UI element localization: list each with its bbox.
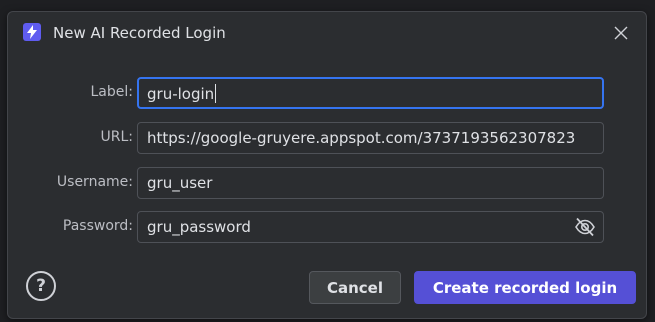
label-input[interactable]: gru-login <box>137 77 604 109</box>
new-recorded-login-dialog: New AI Recorded Login Label: gru-login U… <box>7 11 647 319</box>
username-caption: Username: <box>56 174 133 190</box>
text-caret <box>215 84 217 103</box>
password-caption: Password: <box>62 218 133 234</box>
username-input[interactable]: gru_user <box>137 167 604 199</box>
close-button[interactable] <box>612 24 630 42</box>
cancel-button[interactable]: Cancel <box>309 271 401 304</box>
label-row: Label: gru-login <box>8 77 648 109</box>
close-icon <box>614 26 628 40</box>
dialog-title: New AI Recorded Login <box>53 24 226 42</box>
create-recorded-login-button[interactable]: Create recorded login <box>414 271 636 304</box>
lightning-bolt-icon <box>23 23 41 41</box>
username-value: gru_user <box>147 174 213 192</box>
password-input[interactable]: gru_password <box>137 211 604 243</box>
url-value: https://google-gruyere.appspot.com/37371… <box>147 129 576 147</box>
help-button[interactable]: ? <box>26 271 56 301</box>
eye-hidden-icon[interactable] <box>574 217 596 237</box>
dialog-titlebar[interactable]: New AI Recorded Login <box>8 12 646 54</box>
username-row: Username: gru_user <box>8 167 648 199</box>
url-row: URL: https://google-gruyere.appspot.com/… <box>8 122 648 154</box>
url-input[interactable]: https://google-gruyere.appspot.com/37371… <box>137 122 604 154</box>
label-caption: Label: <box>90 84 134 100</box>
url-caption: URL: <box>100 129 134 145</box>
label-value: gru-login <box>147 85 215 103</box>
password-row: Password: gru_password <box>8 211 648 243</box>
password-value: gru_password <box>147 218 251 236</box>
question-mark-icon: ? <box>36 276 46 296</box>
